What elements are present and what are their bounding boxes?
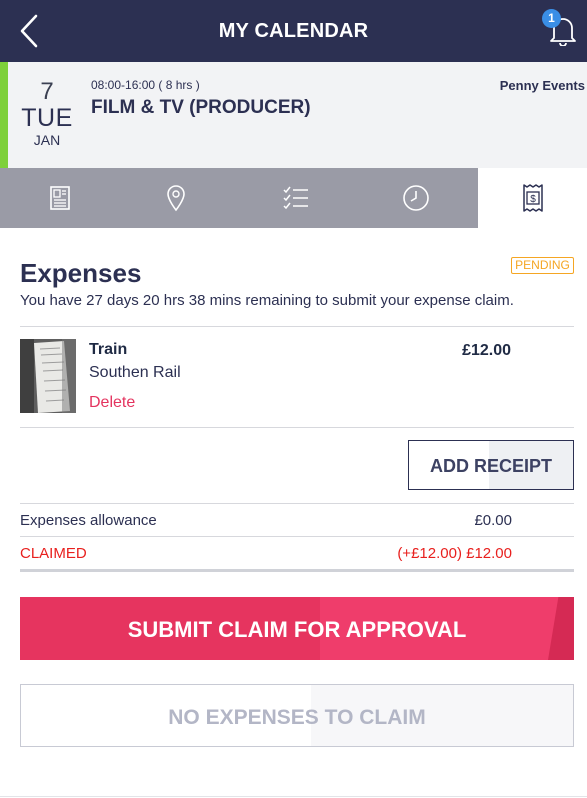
checklist-icon xyxy=(283,186,308,210)
no-expenses-button[interactable]: NO EXPENSES TO CLAIM xyxy=(20,684,574,747)
event-organizer: Penny Events xyxy=(499,78,585,93)
allowance-label: Expenses allowance xyxy=(20,512,157,529)
delete-expense-link[interactable]: Delete xyxy=(89,394,135,412)
total-divider xyxy=(20,569,574,572)
divider xyxy=(20,503,574,504)
tab-timesheet[interactable] xyxy=(356,168,476,228)
svg-text:$: $ xyxy=(530,194,536,205)
top-bar: MY CALENDAR 1 xyxy=(0,0,587,62)
receipt-thumbnail[interactable] xyxy=(20,339,76,413)
claimed-label: CLAIMED xyxy=(20,545,87,562)
no-expenses-label: NO EXPENSES TO CLAIM xyxy=(168,706,426,729)
notification-badge: 1 xyxy=(542,9,561,28)
add-receipt-label: ADD RECEIPT xyxy=(429,456,552,476)
divider xyxy=(20,427,574,428)
submit-claim-label: SUBMIT CLAIM FOR APPROVAL xyxy=(127,617,467,642)
allowance-value: £0.00 xyxy=(474,512,512,529)
claimed-value: (+£12.00) £12.00 xyxy=(397,545,512,562)
expense-item-amount: £12.00 xyxy=(462,342,511,359)
bottom-divider xyxy=(0,796,587,797)
clock-icon xyxy=(403,185,429,211)
divider xyxy=(20,326,574,327)
event-weekday: TUE xyxy=(21,104,73,132)
tab-details[interactable] xyxy=(0,168,120,228)
event-title: FILM & TV (PRODUCER) xyxy=(91,97,311,118)
document-icon xyxy=(50,186,70,210)
expenses-heading: Expenses xyxy=(20,258,142,288)
add-receipt-button[interactable]: ADD RECEIPT xyxy=(408,440,574,490)
submit-claim-button[interactable]: SUBMIT CLAIM FOR APPROVAL xyxy=(20,597,574,660)
remaining-time-text: You have 27 days 20 hrs 38 mins remainin… xyxy=(20,292,514,309)
tab-location[interactable] xyxy=(116,168,236,228)
event-time: 08:00-16:00 ( 8 hrs ) xyxy=(91,78,200,92)
tab-checklist[interactable] xyxy=(236,168,356,228)
location-pin-icon xyxy=(167,185,185,212)
page-title: MY CALENDAR xyxy=(218,20,369,42)
event-summary: 7 TUE JAN 08:00-16:00 ( 8 hrs ) FILM & T… xyxy=(0,62,587,168)
receipt-icon: $ xyxy=(522,184,543,212)
event-day: 7 xyxy=(40,78,54,105)
expense-item-name: Train xyxy=(89,341,128,358)
event-status-bar xyxy=(0,62,8,168)
status-badge: PENDING xyxy=(511,257,574,274)
tab-expenses[interactable]: $ xyxy=(478,168,587,228)
expense-item-description: Southen Rail xyxy=(89,364,181,381)
tab-bar: $ xyxy=(0,168,587,228)
event-month: JAN xyxy=(33,132,61,148)
divider xyxy=(20,536,574,537)
